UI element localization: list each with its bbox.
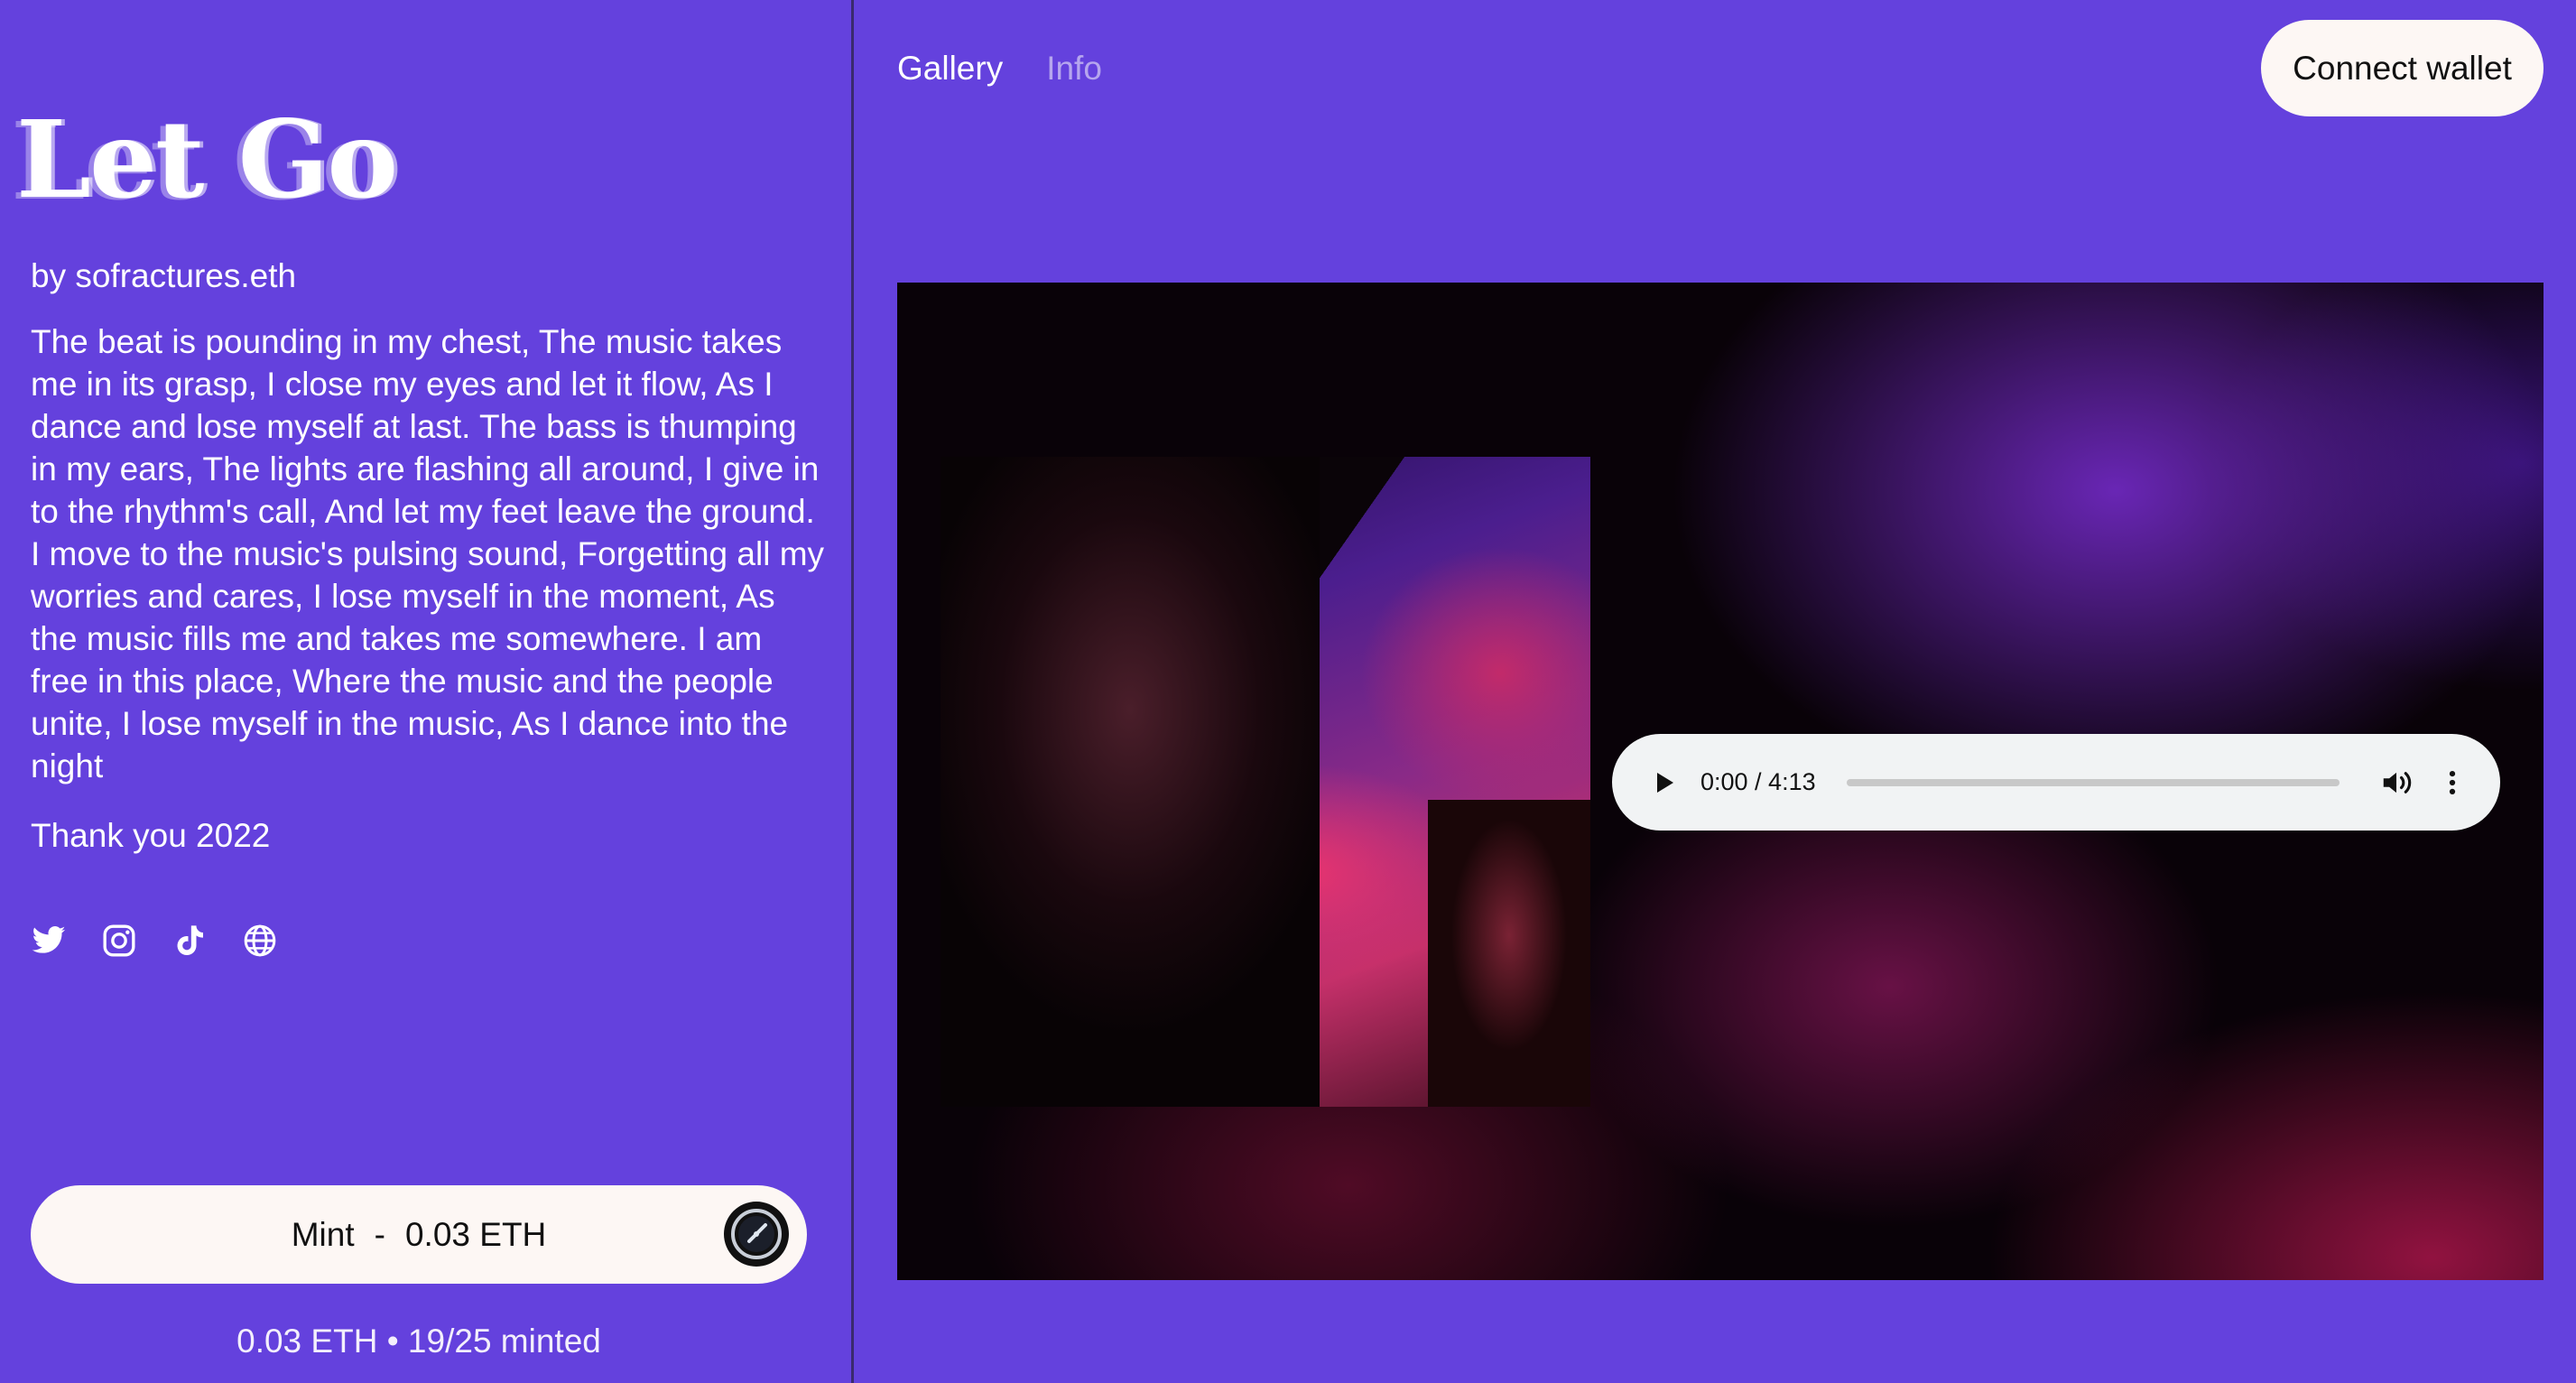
more-options-icon[interactable] [2437, 767, 2468, 798]
media-panel: 0:00 / 4:13 [897, 283, 2544, 1280]
artist-byline: by sofractures.eth [31, 257, 297, 294]
tab-info[interactable]: Info [1046, 49, 1102, 88]
sidebar: Let Go by sofractures.eth The beat is po… [0, 0, 854, 1383]
mint-separator: - [374, 1215, 385, 1253]
audio-progress-track[interactable] [1846, 778, 2340, 786]
thanks-note: Thank you 2022 [31, 817, 271, 854]
cover-figure [941, 457, 1320, 1107]
tiktok-icon[interactable] [171, 923, 208, 959]
volume-icon[interactable] [2379, 766, 2414, 800]
mint-button[interactable]: Mint - 0.03 ETH [31, 1185, 807, 1284]
mint-label: Mint [291, 1215, 355, 1253]
cover-art [941, 457, 1590, 1107]
collection-logo: Let Go [16, 97, 398, 222]
audio-player: 0:00 / 4:13 [1612, 734, 2500, 831]
instagram-icon[interactable] [101, 923, 137, 959]
mint-price: 0.03 ETH [404, 1215, 547, 1253]
speedometer-icon [722, 1200, 791, 1268]
globe-icon[interactable] [242, 923, 278, 959]
social-links [31, 923, 278, 959]
connect-wallet-button[interactable]: Connect wallet [2261, 20, 2544, 116]
tab-gallery[interactable]: Gallery [897, 49, 1003, 88]
audio-time: 0:00 / 4:13 [1700, 768, 1816, 795]
collection-description: The beat is pounding in my chest, The mu… [31, 323, 825, 784]
cover-figure-background [1428, 800, 1590, 1107]
top-nav: Gallery Info [897, 49, 1102, 88]
mint-stats: 0.03 ETH • 19/25 minted [236, 1323, 601, 1360]
play-icon[interactable] [1650, 769, 1677, 796]
twitter-icon[interactable] [31, 923, 67, 959]
